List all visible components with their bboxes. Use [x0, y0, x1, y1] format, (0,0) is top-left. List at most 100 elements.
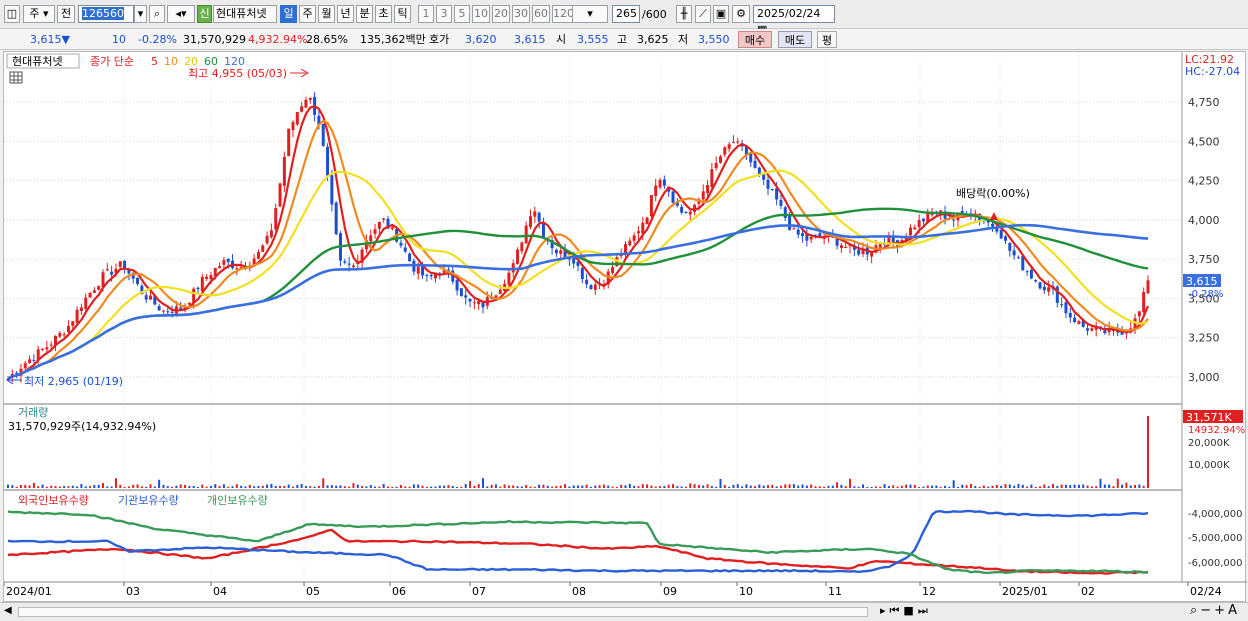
mode-button[interactable]: 전 [57, 5, 75, 23]
gear-icon[interactable]: ⚙ [732, 5, 750, 23]
volume-bar [1039, 486, 1042, 488]
volume-bar [58, 486, 61, 488]
stock-chart[interactable]: 4,7504,5004,2504,0003,7503,5003,2503,000… [3, 52, 1247, 603]
price-tag-value: 3,615 [1186, 275, 1218, 288]
candle-body [559, 250, 563, 254]
eval-button[interactable]: 평 [817, 31, 837, 48]
price-grid [4, 52, 1182, 582]
candle-body [921, 218, 925, 222]
volume-bar [577, 485, 579, 488]
candle-body [321, 123, 325, 146]
window-icon[interactable]: ◫ [4, 5, 20, 23]
volume-bar [326, 485, 329, 488]
buy-button[interactable]: 매수 [738, 31, 772, 48]
speaker-icon[interactable]: ◂▾ [167, 5, 195, 23]
stock-name-field: 현대퓨처넷 [213, 5, 277, 23]
date-input[interactable]: 2025/02/24 ▦ [753, 5, 835, 36]
candle-body [136, 277, 140, 284]
minute-button[interactable]: 1 [418, 5, 434, 23]
minute-button[interactable]: 10 [472, 5, 490, 23]
holding-lines [7, 509, 1149, 575]
candle-body [58, 332, 62, 337]
code-input[interactable]: 126560 [78, 5, 134, 23]
candle-body [792, 228, 796, 230]
chart-area[interactable]: 4,750 4,500 4,250 4,000 3,750 3,500 3,250 3,000… [3, 51, 1247, 603]
minute-button[interactable]: 30 [512, 5, 530, 23]
volume-bar [887, 486, 890, 488]
candle-body [1060, 304, 1064, 306]
volume-bar [676, 486, 679, 488]
volume-bar [723, 485, 726, 488]
volume-bar [136, 484, 139, 488]
volume-bar [270, 484, 273, 488]
x-axis-label: 11 [828, 585, 842, 598]
candle-body [282, 156, 286, 186]
period-tab[interactable]: 주 [299, 5, 316, 23]
line-chart-icon[interactable]: ⟋ [695, 5, 711, 23]
low-annotation: 최저 2,965 (01/19) [24, 375, 123, 388]
chevron-down-icon[interactable]: ▾ [134, 5, 147, 23]
scroll-left-icon[interactable]: ◀ [4, 605, 12, 616]
minute-button[interactable]: 120 [552, 5, 574, 23]
minute-button[interactable]: 20 [492, 5, 510, 23]
volume-bar [80, 484, 83, 488]
candle-body [952, 219, 956, 221]
candle-body [801, 233, 805, 236]
candle-body [632, 235, 636, 241]
volume-bar [287, 484, 290, 488]
save-icon[interactable]: ▣ [713, 5, 729, 23]
volume-bar [37, 486, 40, 488]
candle-body [351, 265, 355, 268]
volume-tag-value: 31,571K [1186, 411, 1232, 424]
x-axis: 2024/01 03 04 05 06 07 08 09 10 11 12 2025/01 02 02/2… [3, 581, 1247, 598]
candle-body [770, 189, 774, 191]
candle-body [75, 309, 79, 323]
zoom-controls[interactable]: ⌕−+A [1190, 603, 1240, 618]
candle-icon[interactable]: ╫ [676, 5, 692, 23]
volume-bar [343, 486, 346, 488]
candle-body [930, 213, 934, 216]
volume-bar [810, 484, 813, 488]
volume-bar [171, 486, 174, 488]
volume-bar [179, 484, 182, 488]
volume-bar [395, 486, 398, 488]
period-tab[interactable]: 틱 [394, 5, 411, 23]
volume-bar [805, 485, 808, 488]
count-input[interactable]: 265 [612, 5, 640, 23]
legend-stock-name: 현대퓨처넷 [12, 55, 63, 68]
minute-button[interactable]: 60 [532, 5, 550, 23]
volume-bar [97, 484, 100, 488]
volume-bar [525, 485, 528, 488]
minute-select[interactable]: ▾ [572, 5, 608, 23]
volume-bar [672, 484, 674, 488]
search-icon[interactable]: ⌕ [149, 5, 165, 23]
period-tab[interactable]: 분 [356, 5, 373, 23]
dividend-annotation: 배당락(0.00%) [956, 187, 1030, 200]
market-select[interactable]: 주 ▾ [23, 5, 55, 23]
playback-controls[interactable]: ▸⏮■⏭ [880, 604, 932, 618]
price-axis: 4,7504,5004,2504,0003,7503,5003,2503,000 [1188, 96, 1220, 384]
table-icon[interactable] [9, 71, 23, 84]
volume-bar [473, 485, 476, 488]
volume-bar [1052, 484, 1054, 488]
period-tab[interactable]: 년 [337, 5, 354, 23]
volume-bar [32, 482, 35, 488]
volume-bar [292, 486, 294, 488]
high-annotation: 최고 4,955 (05/03) [188, 67, 287, 80]
period-tab[interactable]: 일 [280, 5, 297, 23]
candle-body [762, 174, 766, 180]
volume-bar [1134, 484, 1137, 488]
scroll-track[interactable] [18, 607, 868, 617]
period-tab[interactable]: 월 [318, 5, 335, 23]
period-tab[interactable]: 초 [375, 5, 392, 23]
candle-body [71, 321, 75, 326]
bottom-scrollbar[interactable]: ◀ ▸⏮■⏭ ⌕−+A [0, 602, 1248, 621]
x-axis-label: 04 [213, 585, 227, 598]
volume-bar [28, 485, 31, 488]
sell-button[interactable]: 매도 [778, 31, 812, 48]
minute-button[interactable]: 3 [436, 5, 452, 23]
toolbar: ◫ 주 ▾ 전 126560 ▾ ⌕ ◂▾ 신 현대퓨처넷 일주월년분초틱 13… [0, 0, 1248, 36]
volume-bar [719, 479, 722, 488]
candle-body [287, 128, 291, 157]
minute-button[interactable]: 5 [454, 5, 470, 23]
